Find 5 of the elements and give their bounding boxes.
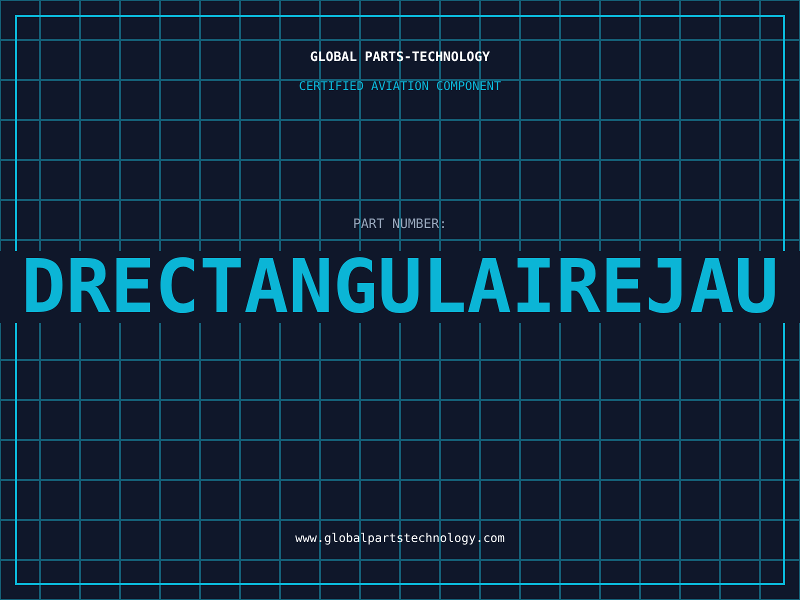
part-number-label: PART NUMBER: [353, 217, 447, 232]
company-name: GLOBAL PARTS-TECHNOLOGY [310, 50, 490, 65]
website-url: www.globalpartstechnology.com [295, 531, 505, 545]
part-number: DRECTANGULAIREJAU [21, 251, 779, 323]
certification-subtitle: CERTIFIED AVIATION COMPONENT [298, 79, 502, 93]
